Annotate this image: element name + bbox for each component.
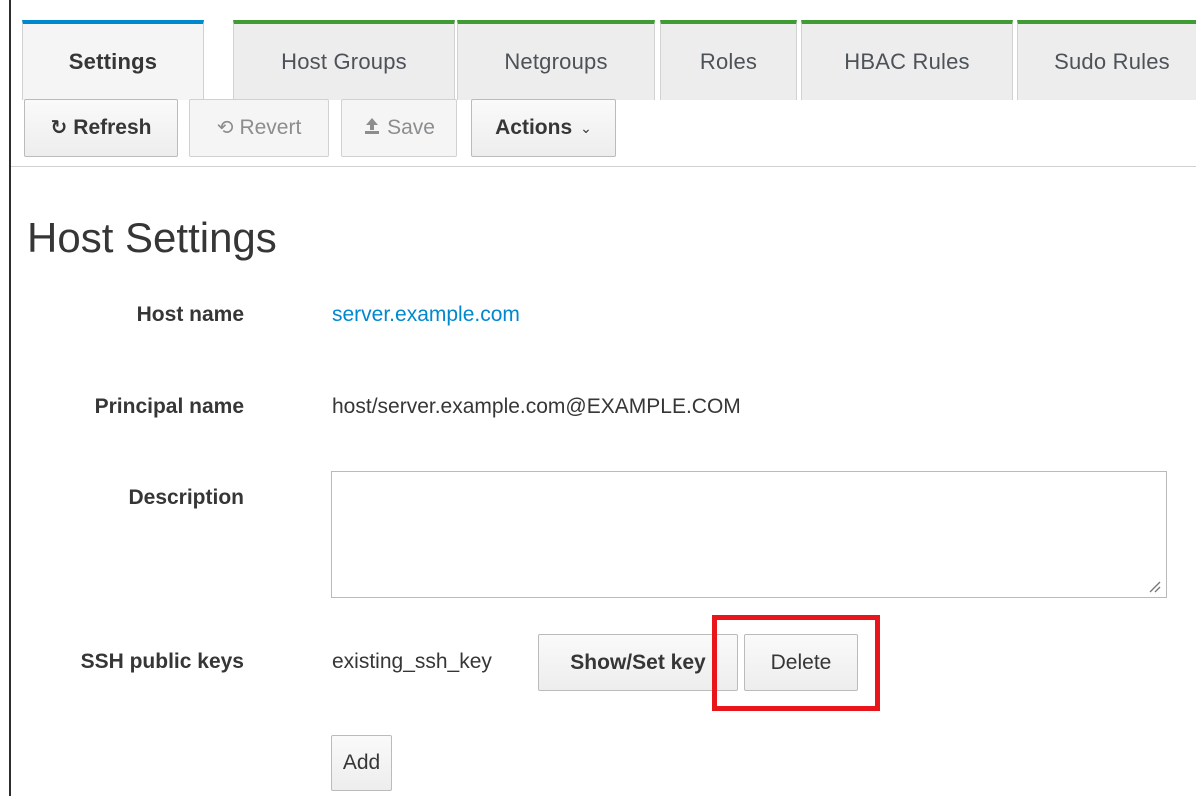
show-set-key-button[interactable]: Show/Set key: [538, 634, 738, 691]
actions-label: Actions: [495, 116, 573, 139]
toolbar-divider: [11, 166, 1196, 167]
refresh-icon: ↻: [50, 117, 68, 139]
chevron-down-icon: ⌄: [580, 119, 592, 136]
page-title: Host Settings: [27, 214, 277, 261]
description-textarea[interactable]: [331, 471, 1167, 598]
revert-button[interactable]: ⟲ Revert: [189, 99, 329, 157]
upload-icon: [363, 117, 381, 139]
add-key-button[interactable]: Add: [331, 735, 392, 791]
actions-dropdown-button[interactable]: Actions ⌄: [471, 99, 616, 157]
ssh-key-name: existing_ssh_key: [332, 650, 492, 673]
undo-icon: ⟲: [216, 117, 234, 139]
ssh-public-keys-label: SSH public keys: [80, 650, 244, 673]
principal-name-value: host/server.example.com@EXAMPLE.COM: [332, 395, 741, 418]
tab-sudo-rules[interactable]: Sudo Rules: [1017, 20, 1196, 100]
host-name-label: Host name: [136, 303, 244, 326]
description-label: Description: [128, 486, 244, 509]
tab-settings[interactable]: Settings: [22, 20, 204, 100]
highlight-annotation: [712, 615, 880, 711]
revert-label: Revert: [239, 116, 302, 139]
host-name-link[interactable]: server.example.com: [332, 303, 520, 327]
save-label: Save: [387, 116, 435, 139]
resize-grip-icon[interactable]: [1147, 579, 1161, 593]
page-left-border: [9, 0, 11, 796]
tab-netgroups[interactable]: Netgroups: [457, 20, 655, 100]
tab-host-groups[interactable]: Host Groups: [233, 20, 455, 100]
principal-name-label: Principal name: [94, 395, 244, 418]
tab-roles[interactable]: Roles: [660, 20, 797, 100]
refresh-button[interactable]: ↻ Refresh: [24, 99, 178, 157]
save-button[interactable]: Save: [341, 99, 457, 157]
refresh-label: Refresh: [73, 116, 152, 139]
tab-hbac-rules[interactable]: HBAC Rules: [801, 20, 1013, 100]
